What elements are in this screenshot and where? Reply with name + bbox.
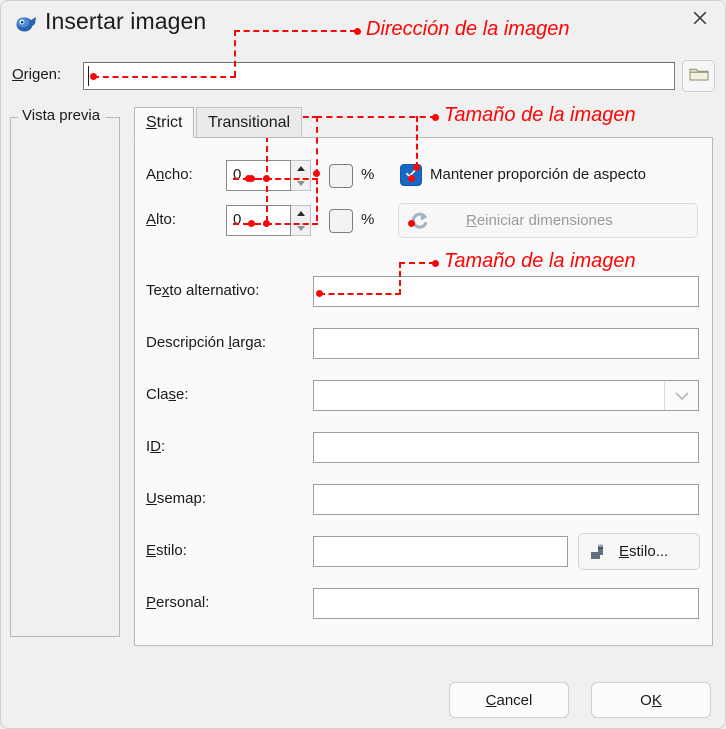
id-input[interactable] (313, 432, 699, 463)
style-brush-icon (588, 541, 611, 562)
style-row: Estilo: Estilo... (135, 536, 714, 567)
annotation-image-size-2: Tamaño de la imagen (444, 250, 636, 273)
spin-up-icon[interactable] (291, 161, 310, 176)
annotation-leader (234, 30, 356, 32)
height-label: Alto: (146, 211, 176, 228)
height-unit-label: % (361, 211, 374, 228)
usemap-label: Usemap: (146, 490, 206, 507)
tab-strict[interactable]: Strict (134, 107, 194, 138)
title-bar: Insertar imagen (1, 1, 725, 47)
usemap-input[interactable] (313, 484, 699, 515)
reset-dimensions-label: Reiniciar dimensiones (466, 212, 613, 229)
alt-text-row: Texto alternativo: (135, 276, 714, 307)
style-picker-label: Estilo... (619, 543, 668, 560)
annotation-image-address: Dirección de la imagen (366, 18, 569, 41)
tab-panel-strict: Ancho: 0 % Mantener proporción de aspect… (134, 137, 713, 646)
annotation-leader (316, 116, 318, 176)
width-value: 0 (233, 166, 241, 183)
cancel-button[interactable]: Cancel (449, 682, 569, 718)
annotation-leader (246, 223, 270, 225)
long-description-input[interactable] (313, 328, 699, 359)
long-description-row: Descripción larga: (135, 328, 714, 359)
annotation-dot (408, 175, 415, 182)
style-label: Estilo: (146, 542, 187, 559)
ok-button[interactable]: OK (591, 682, 711, 718)
annotation-image-size-1: Tamaño de la imagen (444, 104, 636, 127)
alt-text-label: Texto alternativo: (146, 282, 259, 299)
style-input[interactable] (313, 536, 568, 567)
long-description-label: Descripción larga: (146, 334, 266, 351)
custom-label: Personal: (146, 594, 209, 611)
chevron-down-icon[interactable] (664, 381, 698, 410)
annotation-leader (248, 178, 270, 180)
annotation-leader (266, 223, 318, 225)
annotation-leader (319, 293, 401, 295)
annotation-dot (90, 73, 97, 80)
style-picker-button[interactable]: Estilo... (578, 533, 700, 570)
close-icon[interactable] (677, 1, 723, 35)
custom-input[interactable] (313, 588, 699, 619)
class-label: Clase: (146, 386, 189, 403)
text-caret (88, 66, 89, 86)
annotation-leader (234, 30, 236, 77)
preview-groupbox-label: Vista previa (19, 107, 103, 124)
id-row: ID: (135, 432, 714, 463)
alt-text-input[interactable] (313, 276, 699, 307)
id-label: ID: (146, 438, 165, 455)
width-unit-label: % (361, 166, 374, 183)
page-title: Insertar imagen (45, 8, 206, 35)
usemap-row: Usemap: (135, 484, 714, 515)
annotation-dot (408, 220, 415, 227)
annotation-leader (266, 178, 318, 180)
width-label: Ancho: (146, 166, 193, 183)
keep-ratio-label[interactable]: Mantener proporción de aspecto (430, 166, 646, 183)
annotation-leader (399, 262, 435, 264)
height-input[interactable]: 0 (226, 205, 291, 236)
height-row: Alto: 0 % Reiniciar dimensiones (135, 205, 714, 237)
insert-image-dialog: Insertar imagen Origen: Vista previa Str… (0, 0, 726, 729)
folder-icon (689, 66, 709, 86)
tab-transitional[interactable]: Transitional (196, 107, 302, 138)
spin-up-icon[interactable] (291, 206, 310, 221)
reset-dimensions-button[interactable]: Reiniciar dimensiones (398, 203, 698, 238)
annotation-leader (399, 262, 401, 295)
preview-groupbox (10, 117, 120, 637)
height-stepper[interactable] (291, 205, 311, 236)
class-row: Clase: (135, 380, 714, 411)
browse-folder-button[interactable] (682, 60, 715, 92)
width-stepper[interactable] (291, 160, 311, 191)
annotation-leader (416, 116, 418, 168)
height-unit-button[interactable] (329, 209, 353, 233)
custom-row: Personal: (135, 588, 714, 619)
annotation-leader (93, 76, 236, 78)
origen-label: Origen: (12, 66, 61, 83)
groupbox-border-right (105, 117, 120, 118)
annotation-dot (316, 290, 323, 297)
composer-image-icon (15, 13, 37, 35)
class-combobox[interactable] (313, 380, 699, 411)
annotation-leader (316, 116, 436, 118)
annotation-dot (413, 164, 420, 171)
width-unit-button[interactable] (329, 164, 353, 188)
width-row: Ancho: 0 % Mantener proporción de aspect… (135, 160, 714, 192)
height-value: 0 (233, 211, 241, 228)
groupbox-border-left (10, 117, 18, 118)
width-input[interactable]: 0 (226, 160, 291, 191)
annotation-leader (316, 169, 318, 221)
